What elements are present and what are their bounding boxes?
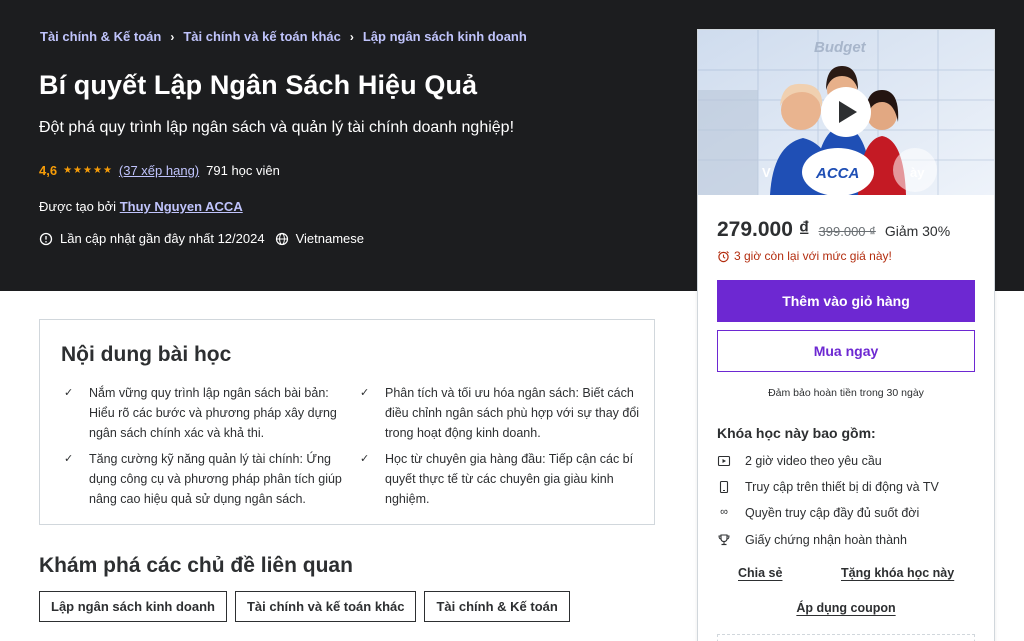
preview-thumbnail: Budget ACCA V ày — [698, 30, 994, 195]
check-icon: ✓ — [64, 453, 74, 465]
learning-outcomes-title: Nội dung bài học — [61, 343, 232, 366]
alert-icon — [39, 232, 53, 245]
check-icon: ✓ — [64, 387, 74, 399]
mobile-icon — [719, 480, 729, 494]
include-item-lifetime: ∞ Quyền truy cập đầy đủ suốt đời — [717, 506, 919, 520]
learning-outcome-item: ✓ Nắm vững quy trình lập ngân sách bài b… — [64, 383, 357, 443]
includes-title: Khóa học này bao gồm: — [717, 425, 876, 441]
add-to-cart-button[interactable]: Thêm vào giỏ hàng — [717, 280, 975, 322]
gift-course-link[interactable]: Tặng khóa học này — [841, 566, 954, 580]
globe-icon — [275, 232, 288, 245]
apply-coupon-link[interactable]: Áp dụng coupon — [698, 601, 994, 615]
svg-text:V: V — [762, 165, 771, 180]
breadcrumb-item-business-budgeting[interactable]: Lập ngân sách kinh doanh — [363, 29, 527, 44]
infinity-icon: ∞ — [720, 506, 728, 518]
include-item-mobile: Truy cập trên thiết bị di động và TV — [717, 480, 939, 494]
course-title: Bí quyết Lập Ngân Sách Hiệu Quả — [39, 70, 478, 100]
breadcrumb-item-finance-accounting[interactable]: Tài chính & Kế toán — [40, 29, 161, 44]
price-row: 279.000 ₫ 399.000 ₫ Giảm 30% — [717, 218, 950, 242]
check-icon: ✓ — [360, 387, 370, 399]
rating-row: 4,6 ★★★★★ (37 xếp hạng) 791 học viên — [39, 163, 280, 178]
svg-text:ày: ày — [910, 165, 925, 180]
topic-chip-other-finance[interactable]: Tài chính và kế toán khác — [234, 591, 417, 622]
instructor-link[interactable]: Thuy Nguyen ACCA — [120, 199, 243, 214]
last-updated: Lần cập nhật gần đây nhất 12/2024 — [60, 231, 265, 246]
preview-overlay-word: Budget — [814, 39, 867, 56]
course-preview-video[interactable]: Budget ACCA V ày — [698, 30, 994, 195]
star-rating-icon: ★★★★★ — [63, 165, 113, 176]
video-icon — [717, 455, 731, 467]
rating-value: 4,6 — [39, 163, 58, 178]
purchase-card: Budget ACCA V ày 279.000 ₫ 399.000 ₫ Giả… — [697, 29, 995, 641]
related-topics-list: Lập ngân sách kinh doanh Tài chính và kế… — [39, 591, 570, 622]
alarm-clock-icon — [718, 250, 729, 262]
topic-chip-finance-accounting[interactable]: Tài chính & Kế toán — [424, 591, 570, 622]
related-topics-title: Khám phá các chủ đề liên quan — [39, 554, 353, 577]
rating-count-link[interactable]: (37 xếp hạng) — [119, 163, 199, 178]
current-price: 279.000 ₫ — [717, 218, 810, 241]
course-language: Vietnamese — [295, 231, 364, 246]
price-timer-text: 3 giờ còn lại với mức giá này! — [734, 249, 892, 263]
buy-now-button[interactable]: Mua ngay — [717, 330, 975, 372]
include-item-certificate: Giấy chứng nhận hoàn thành — [717, 533, 907, 547]
coupon-box — [717, 634, 975, 641]
learning-outcome-item: ✓ Phân tích và tối ưu hóa ngân sách: Biế… — [360, 383, 653, 443]
acca-logo: ACCA — [815, 165, 859, 182]
breadcrumb-item-other-finance[interactable]: Tài chính và kế toán khác — [183, 29, 341, 44]
topic-chip-business-budgeting[interactable]: Lập ngân sách kinh doanh — [39, 591, 227, 622]
student-count: 791 học viên — [206, 163, 280, 178]
learning-outcome-item: ✓ Tăng cường kỹ năng quản lý tài chính: … — [64, 449, 357, 509]
course-subtitle: Đột phá quy trình lập ngân sách và quản … — [39, 119, 515, 136]
learning-outcomes-box: Nội dung bài học ✓ Nắm vững quy trình lậ… — [39, 319, 655, 525]
original-price: 399.000 ₫ — [818, 224, 876, 239]
share-link[interactable]: Chia sẻ — [738, 566, 782, 580]
breadcrumb: Tài chính & Kế toán › Tài chính và kế to… — [40, 29, 527, 44]
meta-row: Lần cập nhật gần đây nhất 12/2024 Vietna… — [39, 231, 364, 246]
discount-label: Giảm 30% — [884, 223, 951, 239]
creator-row: Được tạo bởi Thuy Nguyen ACCA — [39, 199, 243, 214]
trophy-icon — [718, 534, 730, 546]
check-icon: ✓ — [360, 453, 370, 465]
created-by-label: Được tạo bởi — [39, 199, 117, 214]
money-back-guarantee: Đảm bảo hoàn tiền trong 30 ngày — [768, 387, 924, 399]
chevron-right-icon: › — [349, 29, 354, 44]
price-timer: 3 giờ còn lại với mức giá này! — [717, 249, 892, 263]
include-item-video: 2 giờ video theo yêu cầu — [717, 454, 882, 468]
chevron-right-icon: › — [170, 29, 175, 44]
learning-outcome-item: ✓ Học từ chuyên gia hàng đầu: Tiếp cận c… — [360, 449, 653, 509]
